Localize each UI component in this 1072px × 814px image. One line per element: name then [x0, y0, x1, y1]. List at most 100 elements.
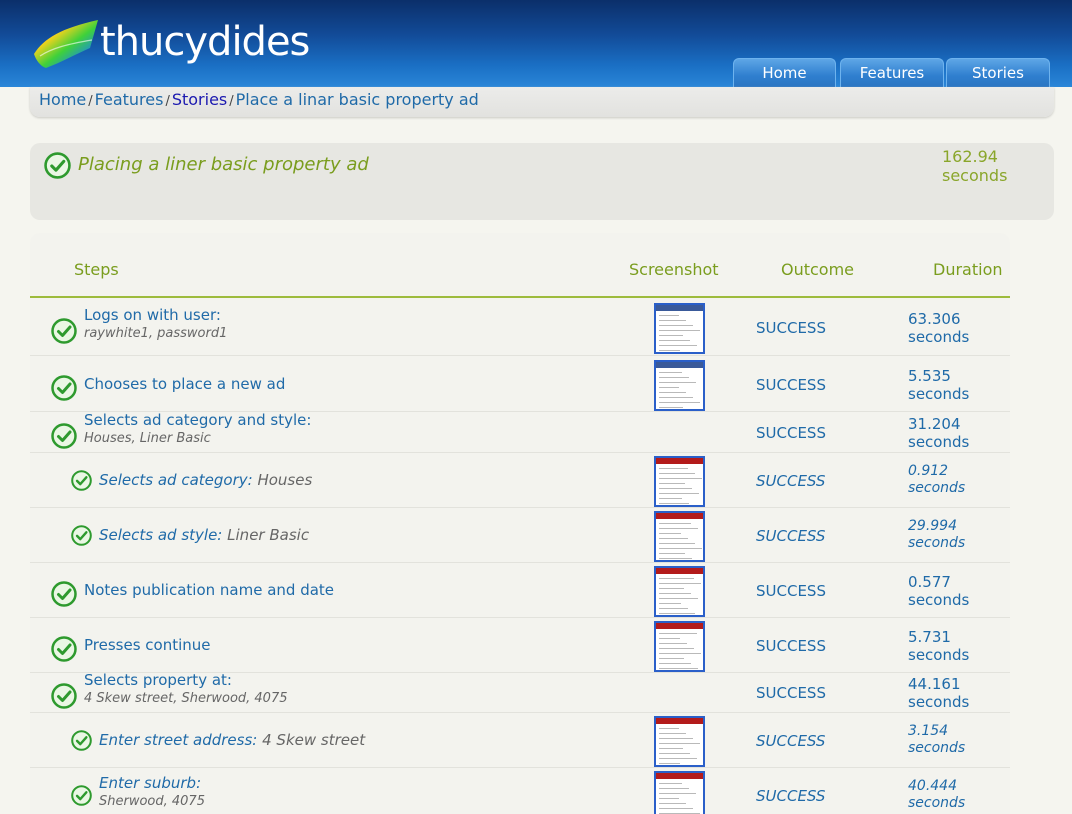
thumbnail-line: [659, 502, 689, 504]
step-label[interactable]: Enter street address: 4 Skew street: [99, 731, 365, 749]
column-header-steps: Steps: [74, 260, 119, 279]
thumbnail-line: [659, 315, 679, 316]
thumbnail-line: [659, 752, 690, 754]
thumbnail-line: [659, 537, 688, 539]
success-check-icon: [51, 683, 77, 713]
breadcrumb-stories[interactable]: Stories: [172, 90, 227, 109]
screenshot-thumbnail[interactable]: [654, 715, 705, 767]
screenshot-thumbnail[interactable]: [654, 455, 705, 507]
thumbnail-line: [659, 597, 698, 599]
step-duration: 5.535 seconds: [908, 367, 969, 403]
step-label[interactable]: Presses continue: [84, 636, 211, 654]
step-label[interactable]: Selects property at:: [84, 671, 232, 689]
thumbnail-line: [659, 737, 693, 739]
thumbnail-line: [659, 607, 688, 609]
step-outcome: SUCCESS: [756, 636, 826, 655]
step-duration-unit: seconds: [908, 645, 970, 664]
thumbnail-line: [659, 477, 702, 479]
thumbnail-line: [659, 787, 689, 789]
step-label-text: Notes publication name and date: [84, 580, 335, 599]
tab-stories[interactable]: Stories: [946, 58, 1050, 87]
step-label-text: Selects ad category and style:: [84, 411, 312, 429]
brand-name[interactable]: thucydides: [100, 19, 310, 65]
step-row: Selects ad category and style: Houses, Li…: [30, 411, 1010, 453]
screenshot-thumbnail[interactable]: [654, 565, 705, 617]
thumbnail-header: [656, 305, 703, 311]
step-duration: 40.444 seconds: [908, 778, 965, 812]
thumbnail-line: [659, 727, 679, 729]
success-check-icon: [71, 524, 92, 550]
nested-step-row: Enter street address: 4 Skew street SUCCE…: [30, 713, 1010, 768]
tab-home[interactable]: Home: [733, 58, 836, 87]
screenshot-thumbnail[interactable]: [654, 359, 705, 411]
screenshot-thumbnail[interactable]: [654, 303, 705, 354]
step-label[interactable]: Notes publication name and date: [84, 581, 334, 599]
screenshot-thumbnail[interactable]: [654, 510, 705, 562]
story-duration-value: 162.94: [942, 147, 998, 166]
step-label[interactable]: Chooses to place a new ad: [84, 375, 285, 393]
step-duration-value: 29.994: [908, 517, 957, 534]
breadcrumb-features[interactable]: Features: [95, 90, 164, 109]
step-duration-unit: seconds: [908, 433, 970, 451]
step-label-text: Selects property at:: [84, 671, 232, 689]
thumbnail-line: [659, 812, 700, 814]
screenshot-thumbnail[interactable]: [654, 620, 705, 672]
step-label[interactable]: Selects ad category: Houses: [99, 471, 312, 489]
column-header-duration: Duration: [933, 260, 1003, 279]
thumbnail-line: [659, 330, 700, 331]
thumbnail-line: [659, 542, 695, 544]
step-label[interactable]: Selects ad category and style:: [84, 411, 311, 429]
step-duration-unit: seconds: [908, 693, 970, 711]
breadcrumb-home[interactable]: Home: [39, 90, 86, 109]
breadcrumb-current[interactable]: Place a linar basic property ad: [236, 90, 479, 109]
step-label[interactable]: Selects ad style: Liner Basic: [99, 526, 309, 544]
step-params: Sherwood, 4075: [99, 793, 205, 809]
step-duration-value: 3.154: [908, 722, 949, 739]
column-header-outcome: Outcome: [781, 260, 855, 279]
step-outcome: SUCCESS: [756, 684, 826, 702]
step-params: Houses, Liner Basic: [84, 431, 211, 446]
thumbnail-line: [659, 642, 687, 644]
step-label-text: Presses continue: [84, 635, 211, 654]
thumbnail-header: [656, 457, 703, 464]
step-label[interactable]: Logs on with user:: [84, 306, 221, 324]
thumbnail-line: [659, 522, 691, 524]
step-label[interactable]: Enter suburb:: [99, 774, 201, 792]
thumbnail-line: [659, 602, 681, 604]
thucydides-logo-icon: [34, 20, 98, 68]
step-duration-unit: seconds: [908, 479, 966, 496]
step-row: Chooses to place a new ad SUCCESS 5.535 sec…: [30, 357, 1010, 412]
step-duration-unit: seconds: [908, 384, 970, 403]
thumbnail-line: [659, 637, 680, 639]
story-summary: Placing a liner basic property ad 162.94…: [30, 143, 1054, 220]
step-duration-unit: seconds: [908, 739, 966, 756]
story-title: Placing a liner basic property ad: [78, 154, 369, 175]
step-outcome: SUCCESS: [756, 731, 826, 750]
success-check-icon: [51, 318, 77, 348]
thumbnail-header: [656, 361, 703, 368]
step-outcome: SUCCESS: [756, 471, 826, 490]
thumbnail-line: [659, 632, 697, 634]
nested-step-row: Enter suburb: Sherwood, 4075 SUCCESS 40.444…: [30, 768, 1010, 814]
step-duration: 29.994 seconds: [908, 518, 965, 552]
thumbnail-line: [659, 657, 684, 659]
header-divider: [30, 296, 1010, 298]
success-check-icon: [51, 423, 77, 453]
thumbnail-line: [659, 742, 700, 744]
screenshot-thumbnail[interactable]: [654, 770, 705, 814]
thumbnail-line: [659, 802, 686, 804]
thumbnail-line: [659, 612, 695, 614]
thumbnail-line: [659, 747, 683, 749]
thumbnail-line: [659, 762, 680, 764]
thumbnail-line: [659, 467, 688, 469]
thumbnail-line: [659, 732, 686, 734]
thumbnail-line: [659, 807, 693, 809]
step-duration: 0.577 seconds: [908, 573, 969, 609]
thumbnail-line: [659, 552, 685, 554]
step-duration-unit: seconds: [908, 590, 970, 609]
step-duration-unit: seconds: [908, 328, 970, 346]
step-duration-value: 40.444: [908, 777, 957, 794]
step-duration-unit: seconds: [908, 794, 966, 811]
thumbnail-line: [659, 557, 692, 559]
tab-features[interactable]: Features: [840, 58, 944, 87]
